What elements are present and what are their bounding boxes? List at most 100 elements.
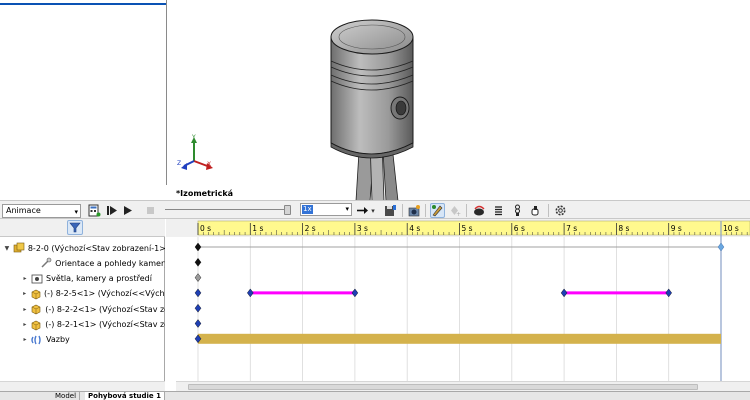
tree-item-5[interactable]: ▸ (-) 8-2-1<1> (Výchozí<Stav zo — [0, 318, 165, 332]
autokey-icon — [432, 205, 443, 217]
part-icon — [30, 303, 44, 315]
tree-item-label: Světla, kamery a prostředí — [46, 274, 152, 284]
damper-button[interactable] — [510, 203, 525, 218]
motor-icon — [474, 205, 485, 216]
ruler-tick-label: 6 s — [514, 224, 525, 233]
ruler-tick-label: 8 s — [618, 224, 629, 233]
chevron-down-icon: ▾ — [345, 205, 349, 213]
expander-icon[interactable]: ▼ — [2, 245, 12, 252]
contact-button[interactable] — [528, 203, 543, 218]
tree-item-3[interactable]: ▸ (-) 8-2-5<1> (Výchozí<<Výchozí — [0, 287, 165, 301]
graphics-area[interactable]: Y X Z *Izometrická — [168, 0, 750, 200]
tab-0[interactable]: Model — [52, 392, 81, 400]
key-point[interactable] — [194, 288, 202, 298]
motion-manager-toolbar: Animace ▾ ▾ + — [0, 200, 750, 219]
add-key-button[interactable]: + — [447, 203, 462, 218]
camera-views-icon — [40, 257, 54, 269]
scrollbar-thumb[interactable] — [188, 384, 698, 390]
damper-icon — [515, 204, 520, 216]
add-key-icon: + — [451, 206, 461, 217]
stop-icon — [147, 207, 154, 214]
tree-item-label: 8-2-0 (Výchozí<Stav zobrazení-1> — [27, 243, 165, 253]
expander-icon[interactable]: ▸ — [20, 336, 30, 343]
expander-icon[interactable]: ▸ — [20, 275, 30, 282]
slider-track — [165, 209, 285, 210]
tree-item-4[interactable]: ▸ (-) 8-2-2<1> (Výchozí<Stav zo — [0, 302, 165, 316]
ruler-tick-label: 4 s — [409, 224, 420, 233]
stop-button[interactable] — [143, 203, 158, 218]
animation-wizard-button[interactable] — [407, 203, 422, 218]
play-icon — [124, 206, 132, 215]
mates-icon — [30, 334, 44, 346]
study-properties-button[interactable] — [553, 203, 568, 218]
key-point[interactable] — [194, 242, 202, 252]
part-icon — [29, 288, 42, 300]
play-button[interactable] — [120, 203, 135, 218]
tree-item-2[interactable]: ▸ Světla, kamery a prostředí — [0, 272, 165, 286]
expander-icon[interactable]: ▸ — [20, 290, 29, 297]
playback-mode-dropdown[interactable]: ▾ — [369, 203, 377, 218]
chevron-down-icon: ▾ — [74, 208, 78, 216]
assembly-icon — [12, 242, 26, 254]
slider-thumb[interactable] — [284, 205, 291, 215]
timeline-graph[interactable]: 0 s 1 s 2 s 3 s 4 s 5 s 6 s 7 s 8 s 9 s 10 s — [166, 219, 750, 381]
tab-1[interactable]: Pohybová studie 1 — [85, 392, 165, 400]
tree-item-label: Vazby — [46, 335, 70, 345]
triad-icon: Y X Z — [177, 134, 213, 170]
ruler-tick-label: 0 s — [200, 224, 211, 233]
save-animation-icon — [385, 205, 396, 216]
view-name-label: *Izometrická — [176, 189, 234, 198]
timeline-area[interactable]: 0 s 1 s 2 s 3 s 4 s 5 s 6 s 7 s 8 s 9 s 10 s — [166, 219, 750, 381]
playback-mode-button[interactable] — [355, 203, 370, 218]
autokey-button[interactable] — [430, 203, 445, 218]
bottom-tab-bar: Model Pohybová studie 1 — [0, 391, 750, 400]
calculate-button[interactable] — [87, 203, 102, 218]
playback-speed-slider[interactable] — [165, 205, 293, 215]
mates-change-bar[interactable] — [198, 333, 721, 344]
key-point[interactable] — [194, 257, 202, 267]
play-from-start-icon — [107, 206, 117, 215]
tree-horizontal-scrollbar[interactable] — [0, 381, 165, 391]
playback-speed-select[interactable]: 1x ▾ — [300, 203, 352, 216]
ruler-tick-label: 5 s — [462, 224, 473, 233]
playback-speed-value: 1x — [302, 205, 313, 214]
contact-icon — [531, 206, 539, 216]
key-point[interactable] — [194, 303, 202, 313]
tree-item-6[interactable]: ▸ Vazby — [0, 333, 165, 347]
tree-item-1[interactable]: Orientace a pohledy kamery — [0, 256, 165, 270]
gear-icon — [555, 205, 566, 216]
tree-item-0[interactable]: ▼ 8-2-0 (Výchozí<Stav zobrazení-1> — [0, 241, 165, 255]
expander-icon[interactable]: ▸ — [20, 321, 30, 328]
timeline-horizontal-scrollbar[interactable] — [176, 381, 750, 391]
spring-icon — [495, 206, 502, 216]
motor-button[interactable] — [472, 203, 487, 218]
feature-tree-selection[interactable] — [0, 3, 166, 5]
expander-icon[interactable]: ▸ — [20, 306, 30, 313]
key-point[interactable] — [247, 288, 254, 298]
chevron-down-icon: ▾ — [371, 206, 375, 215]
key-point[interactable] — [560, 288, 568, 298]
tree-item-label: (-) 8-2-2<1> (Výchozí<Stav zo — [45, 304, 165, 314]
key-point[interactable] — [351, 288, 359, 298]
toolbar-separator — [466, 204, 467, 217]
triad-x-label: X — [207, 161, 211, 168]
key-point[interactable] — [194, 319, 202, 328]
toolbar-separator — [548, 204, 549, 217]
end-key-point[interactable] — [717, 242, 725, 252]
tree-item-label: (-) 8-2-1<1> (Výchozí<Stav zo — [45, 320, 165, 329]
timeline-ruler-bg[interactable] — [197, 220, 750, 236]
spring-button[interactable] — [491, 203, 506, 218]
ruler-tick-label: 10 s — [723, 224, 739, 233]
key-point[interactable] — [665, 288, 672, 298]
toolbar-separator — [425, 204, 426, 217]
key-point[interactable] — [194, 273, 202, 282]
study-type-value: Animace — [6, 206, 41, 215]
save-animation-button[interactable] — [383, 203, 398, 218]
svg-text:+: + — [456, 211, 461, 217]
feature-tree-pane — [0, 0, 167, 185]
filter-button[interactable] — [67, 220, 83, 235]
play-from-start-button[interactable] — [104, 203, 119, 218]
study-type-select[interactable]: Animace ▾ — [2, 204, 81, 218]
piston-model[interactable] — [326, 15, 426, 200]
calculate-icon — [88, 204, 101, 217]
